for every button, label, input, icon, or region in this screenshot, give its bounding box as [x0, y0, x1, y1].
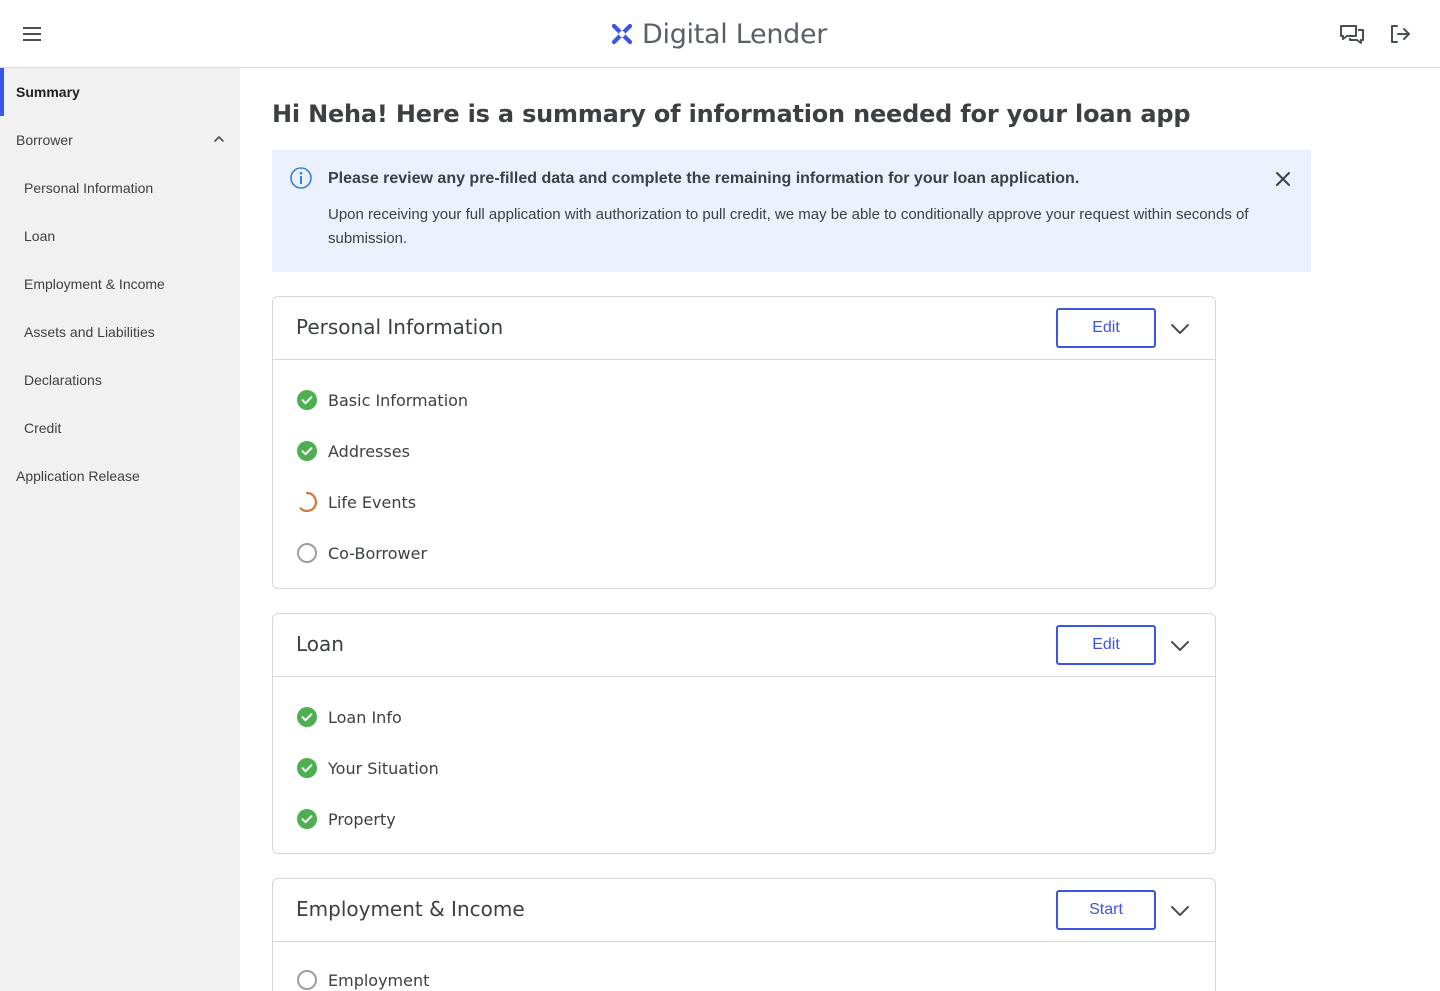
sidebar-item-assets-liabilities[interactable]: Assets and Liabilities [0, 308, 240, 356]
task-label: Your Situation [328, 758, 439, 778]
empty-circle-icon [296, 969, 318, 991]
start-button[interactable]: Start [1056, 890, 1156, 930]
task-item[interactable]: Your Situation [296, 756, 439, 780]
task-label: Basic Information [328, 390, 469, 410]
banner-title: Please review any pre-filled data and co… [328, 170, 1080, 187]
sidebar-item-application-release[interactable]: Application Release [0, 452, 240, 500]
card-title: Personal Information [296, 315, 504, 339]
sidebar-item-label: Application Release [16, 468, 140, 484]
brand-name: Digital Lender [642, 18, 828, 50]
sidebar-item-credit[interactable]: Credit [0, 404, 240, 452]
sidebar-item-label: Credit [24, 420, 62, 436]
section-card-employment-income: Employment & Income Start Employment [272, 878, 1216, 991]
sidebar-item-declarations[interactable]: Declarations [0, 356, 240, 404]
task-label: Co-Borrower [328, 543, 428, 563]
task-item[interactable]: Basic Information [296, 388, 468, 412]
check-circle-icon [296, 440, 318, 462]
card-header: Personal Information Edit [273, 297, 1215, 360]
section-card-personal-information: Personal Information Edit Basic Informat… [272, 296, 1216, 589]
sidebar-item-label: Borrower [16, 132, 73, 148]
top-header: Digital Lender [0, 0, 1440, 68]
sidebar-item-loan[interactable]: Loan [0, 212, 240, 260]
task-item[interactable]: Life Events [296, 490, 416, 514]
check-circle-icon [296, 808, 318, 830]
edit-button[interactable]: Edit [1056, 308, 1156, 348]
page-title: Hi Neha! Here is a summary of informatio… [272, 100, 1191, 128]
sidebar-item-label: Assets and Liabilities [24, 324, 155, 340]
sidebar-item-summary[interactable]: Summary [0, 68, 240, 116]
edit-button[interactable]: Edit [1056, 625, 1156, 665]
banner-body: Upon receiving your full application wit… [328, 206, 1249, 247]
card-header: Employment & Income Start [273, 879, 1215, 942]
task-label: Addresses [328, 441, 410, 461]
active-indicator [0, 68, 4, 116]
empty-circle-icon [296, 542, 318, 564]
task-item[interactable]: Addresses [296, 439, 410, 463]
hamburger-icon[interactable] [16, 18, 48, 50]
logo-mark-icon [611, 23, 633, 45]
task-item[interactable]: Employment [296, 968, 429, 991]
task-item[interactable]: Loan Info [296, 705, 402, 729]
sidebar-item-borrower[interactable]: Borrower [0, 116, 240, 164]
sidebar-item-employment-income[interactable]: Employment & Income [0, 260, 240, 308]
chevron-down-icon[interactable] [1168, 317, 1192, 341]
sidebar-item-label: Personal Information [24, 180, 154, 196]
sidebar-item-label: Loan [24, 228, 56, 244]
check-circle-icon [296, 389, 318, 411]
task-item[interactable]: Property [296, 807, 396, 831]
card-title: Loan [296, 632, 344, 656]
sidebar-item-label: Declarations [24, 372, 102, 388]
task-label: Property [328, 809, 396, 829]
logout-icon[interactable] [1384, 18, 1416, 50]
card-title: Employment & Income [296, 897, 525, 921]
sidebar-nav: Summary Borrower Personal Information Lo… [0, 68, 240, 991]
check-circle-icon [296, 706, 318, 728]
task-label: Life Events [328, 492, 417, 512]
card-header: Loan Edit [273, 614, 1215, 677]
sidebar-item-label: Summary [16, 84, 80, 100]
brand-logo[interactable]: Digital Lender [608, 14, 827, 54]
info-banner: Please review any pre-filled data and co… [272, 150, 1311, 272]
info-icon [290, 167, 312, 189]
chat-bubbles-icon[interactable] [1336, 18, 1368, 50]
task-item[interactable]: Co-Borrower [296, 541, 427, 565]
task-label: Employment [328, 970, 430, 990]
chevron-down-icon[interactable] [1168, 634, 1192, 658]
in-progress-icon [296, 491, 318, 513]
task-label: Loan Info [328, 707, 402, 727]
close-icon[interactable] [1270, 166, 1296, 192]
chevron-up-icon[interactable] [212, 132, 226, 146]
chevron-down-icon[interactable] [1168, 899, 1192, 923]
sidebar-item-personal-information[interactable]: Personal Information [0, 164, 240, 212]
section-card-loan: Loan Edit Loan Info Your Situation Prope… [272, 613, 1216, 854]
sidebar-item-label: Employment & Income [24, 276, 165, 292]
check-circle-icon [296, 757, 318, 779]
